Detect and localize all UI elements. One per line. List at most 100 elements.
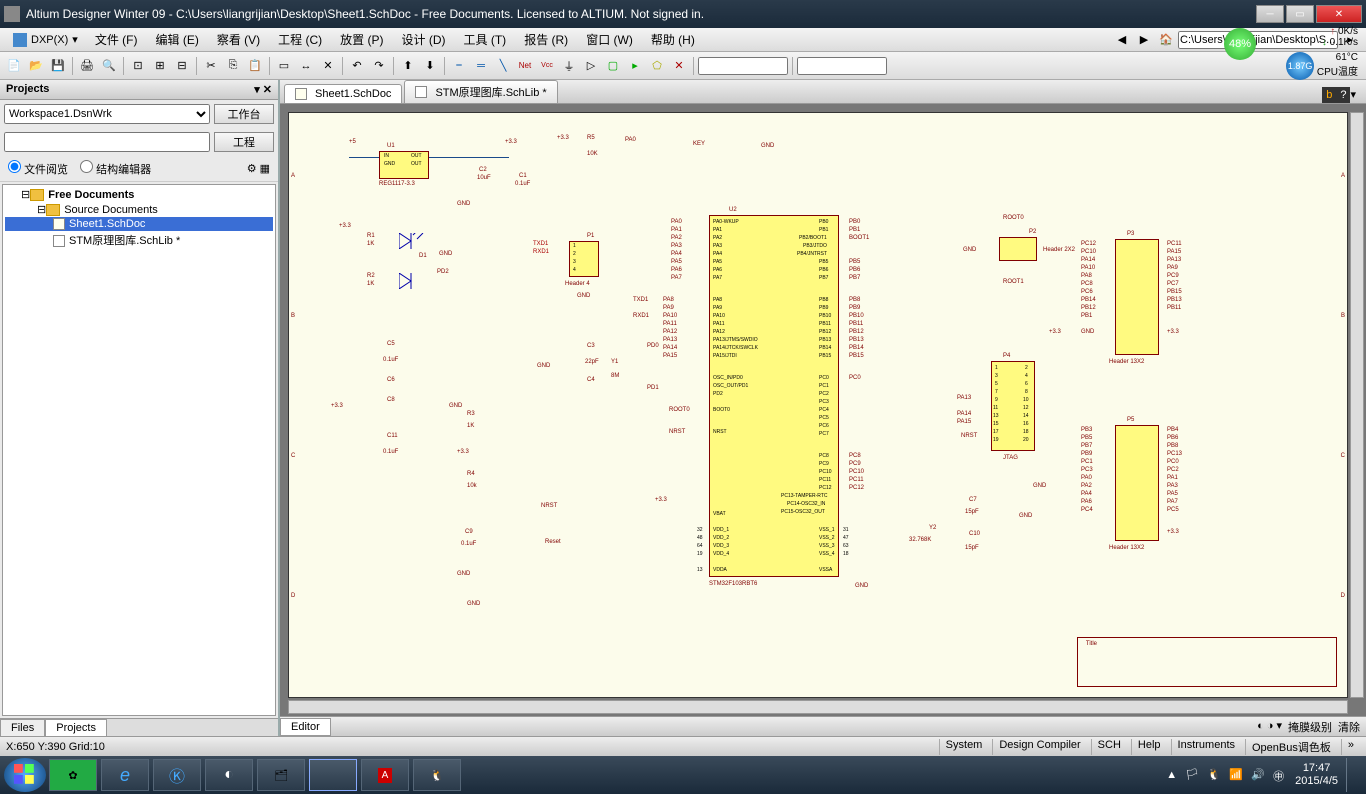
tree-doc-schlib[interactable]: STM原理图库.SchLib * xyxy=(5,231,273,249)
tray-net-icon[interactable]: 📶 xyxy=(1229,768,1243,782)
panel-dropdown-icon[interactable]: ▾ ✕ xyxy=(254,83,272,96)
copy-icon[interactable]: ⎘ xyxy=(223,56,243,76)
menu-view[interactable]: 察看 (V) xyxy=(209,29,268,50)
workspace-select[interactable]: Workspace1.DsnWrk xyxy=(4,104,210,124)
schematic-canvas[interactable]: A B C D A B C D U1 IN OUT GND OUT REG111… xyxy=(288,112,1348,698)
part-p3[interactable] xyxy=(1115,239,1159,355)
zoom-sel-icon[interactable]: ⊟ xyxy=(172,56,192,76)
paste-icon[interactable]: 📋 xyxy=(245,56,265,76)
task-explorer[interactable]: 🗂 xyxy=(257,759,305,791)
status-help[interactable]: Help xyxy=(1131,739,1167,755)
bing-search-widget[interactable]: b?▾ xyxy=(1316,86,1362,103)
status-system[interactable]: System xyxy=(939,739,989,755)
panel-settings-icon[interactable]: ⚙ ▦ xyxy=(247,162,270,175)
maximize-button[interactable]: ▭ xyxy=(1286,5,1314,23)
status-design-compiler[interactable]: Design Compiler xyxy=(992,739,1086,755)
search-input[interactable] xyxy=(797,57,887,75)
status-instruments[interactable]: Instruments xyxy=(1171,739,1241,755)
place-busentry-icon[interactable]: ╲ xyxy=(493,56,513,76)
project-input[interactable] xyxy=(4,132,210,152)
nav-back-icon[interactable]: ◀ xyxy=(1112,30,1132,50)
part-p5[interactable] xyxy=(1115,425,1159,541)
zoom-area-icon[interactable]: ⊞ xyxy=(150,56,170,76)
nav-fwd-icon[interactable]: ▶ xyxy=(1134,30,1154,50)
place-gnd-icon[interactable]: ⏚ xyxy=(559,56,579,76)
hierarchy-down-icon[interactable]: ⬇ xyxy=(420,56,440,76)
menu-window[interactable]: 窗口 (W) xyxy=(578,29,641,50)
status-sch[interactable]: SCH xyxy=(1091,739,1127,755)
undo-icon[interactable]: ↶ xyxy=(347,56,367,76)
doc-tab-schlib[interactable]: STM原理图库.SchLib * xyxy=(404,80,557,103)
zoom-fit-icon[interactable]: ⊡ xyxy=(128,56,148,76)
tree-doc-sheet1[interactable]: Sheet1.SchDoc xyxy=(5,217,273,231)
task-altium[interactable] xyxy=(309,759,357,791)
tab-files[interactable]: Files xyxy=(0,719,45,736)
status-openbus[interactable]: OpenBus调色板 xyxy=(1245,739,1337,755)
new-icon[interactable]: 📄 xyxy=(4,56,24,76)
filter-input[interactable] xyxy=(698,57,788,75)
tab-projects[interactable]: Projects xyxy=(45,719,107,736)
project-button[interactable]: 工程 xyxy=(214,132,274,152)
doc-tab-sheet1[interactable]: Sheet1.SchDoc xyxy=(284,84,402,103)
mem-badge[interactable]: 1.87G xyxy=(1286,52,1314,80)
horizontal-scrollbar[interactable] xyxy=(288,700,1348,714)
minimize-button[interactable]: ─ xyxy=(1256,5,1284,23)
mask-icons[interactable]: ◐ ◑ ▾ xyxy=(1257,719,1282,735)
dxp-menu[interactable]: DXP(X) ▾ xyxy=(6,30,85,50)
place-noerc-icon[interactable]: ✕ xyxy=(669,56,689,76)
workspace-button[interactable]: 工作台 xyxy=(214,104,274,124)
radio-fileview[interactable]: 文件阅览 xyxy=(8,160,68,177)
task-1[interactable]: ✿ xyxy=(49,759,97,791)
menu-help[interactable]: 帮助 (H) xyxy=(643,29,703,50)
open-icon[interactable]: 📂 xyxy=(26,56,46,76)
editor-tab[interactable]: Editor xyxy=(280,718,331,736)
place-power-icon[interactable]: Vcc xyxy=(537,56,557,76)
move-icon[interactable]: ↔ xyxy=(296,56,316,76)
place-bus-icon[interactable]: ═ xyxy=(471,56,491,76)
radio-structedit[interactable]: 结构编辑器 xyxy=(80,160,151,177)
tray-vol-icon[interactable]: 🔊 xyxy=(1251,768,1265,782)
place-sheetentry-icon[interactable]: ▸ xyxy=(625,56,645,76)
menu-report[interactable]: 报告 (R) xyxy=(516,29,576,50)
task-adobe[interactable]: A xyxy=(361,759,409,791)
print-icon[interactable]: 🖨 xyxy=(77,56,97,76)
place-part-icon[interactable]: ▷ xyxy=(581,56,601,76)
clear-button[interactable]: 清除 xyxy=(1338,719,1360,735)
tray-ime-icon[interactable]: ㊥ xyxy=(1273,768,1287,782)
preview-icon[interactable]: 🔍 xyxy=(99,56,119,76)
show-desktop-button[interactable] xyxy=(1346,758,1354,792)
nav-home-icon[interactable]: 🏠 xyxy=(1156,30,1176,50)
place-sheet-icon[interactable]: ▢ xyxy=(603,56,623,76)
start-button[interactable] xyxy=(4,758,46,792)
vertical-scrollbar[interactable] xyxy=(1350,112,1364,698)
task-ie[interactable]: e xyxy=(101,759,149,791)
tray-flag-icon[interactable]: 🏳 xyxy=(1185,768,1199,782)
tray-up-icon[interactable]: ▲ xyxy=(1166,769,1177,781)
menu-edit[interactable]: 编辑 (E) xyxy=(147,29,206,50)
deselect-icon[interactable]: ✕ xyxy=(318,56,338,76)
menu-place[interactable]: 放置 (P) xyxy=(332,29,391,50)
save-icon[interactable]: 💾 xyxy=(48,56,68,76)
menu-tools[interactable]: 工具 (T) xyxy=(456,29,515,50)
place-wire-icon[interactable]: ⎯ xyxy=(449,56,469,76)
menu-design[interactable]: 设计 (D) xyxy=(394,29,454,50)
task-sogou[interactable]: ◐ xyxy=(205,759,253,791)
select-icon[interactable]: ▭ xyxy=(274,56,294,76)
place-port-icon[interactable]: ⬠ xyxy=(647,56,667,76)
project-tree[interactable]: ⊟Free Documents ⊟Source Documents Sheet1… xyxy=(2,184,276,716)
cpu-pct-badge[interactable]: 48% xyxy=(1224,28,1256,60)
close-button[interactable]: ✕ xyxy=(1316,5,1362,23)
tray-qq-icon[interactable]: 🐧 xyxy=(1207,768,1221,782)
cut-icon[interactable]: ✂ xyxy=(201,56,221,76)
panel-header[interactable]: Projects ▾ ✕ xyxy=(0,80,278,100)
menu-project[interactable]: 工程 (C) xyxy=(270,29,330,50)
redo-icon[interactable]: ↷ xyxy=(369,56,389,76)
hierarchy-up-icon[interactable]: ⬆ xyxy=(398,56,418,76)
place-netlabel-icon[interactable]: Net xyxy=(515,56,535,76)
part-p2[interactable] xyxy=(999,237,1037,261)
status-pin-icon[interactable]: » xyxy=(1341,739,1360,755)
menu-file[interactable]: 文件 (F) xyxy=(87,29,146,50)
mask-level-label[interactable]: 掩膜级别 xyxy=(1288,719,1332,735)
task-qq[interactable]: 🐧 xyxy=(413,759,461,791)
task-kugou[interactable]: Ⓚ xyxy=(153,759,201,791)
